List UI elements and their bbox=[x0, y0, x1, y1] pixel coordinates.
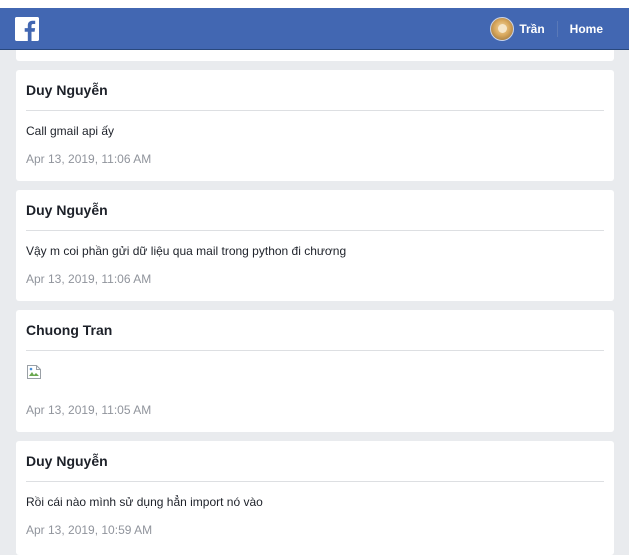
message-timestamp: Apr 13, 2019, 11:06 AM bbox=[26, 272, 152, 286]
message-text: Rồi cái nào mình sử dụng hẳn import nó v… bbox=[26, 495, 263, 509]
previous-message-card bbox=[16, 50, 614, 61]
message-author[interactable]: Duy Nguyễn bbox=[26, 82, 108, 98]
avatar bbox=[490, 17, 515, 41]
message-text: Vậy m coi phần gửi dữ liệu qua mail tron… bbox=[26, 244, 347, 258]
window-top-strip bbox=[0, 0, 629, 8]
message-card: Duy Nguyễn Rồi cái nào mình sử dụng hẳn … bbox=[16, 441, 614, 555]
profile-link[interactable]: Trần bbox=[490, 8, 556, 50]
message-timestamp: Apr 13, 2019, 11:05 AM bbox=[26, 403, 152, 417]
message-card: Duy Nguyễn Call gmail api ấy Apr 13, 201… bbox=[16, 70, 614, 181]
facebook-logo-icon[interactable] bbox=[15, 17, 39, 41]
broken-image-icon[interactable] bbox=[26, 364, 42, 380]
message-divider bbox=[26, 110, 604, 111]
navbar-right-group: Trần Home bbox=[490, 8, 629, 50]
message-divider bbox=[26, 481, 604, 482]
message-author[interactable]: Duy Nguyễn bbox=[26, 453, 108, 469]
message-author[interactable]: Duy Nguyễn bbox=[26, 202, 108, 218]
message-timestamp: Apr 13, 2019, 11:06 AM bbox=[26, 152, 152, 166]
profile-name: Trần bbox=[519, 22, 545, 36]
message-author[interactable]: Chuong Tran bbox=[26, 322, 112, 338]
message-card: Chuong Tran Apr 13, 2019, 11:05 AM bbox=[16, 310, 614, 432]
home-link[interactable]: Home bbox=[558, 22, 629, 36]
message-timestamp: Apr 13, 2019, 10:59 AM bbox=[26, 523, 153, 537]
message-text: Call gmail api ấy bbox=[26, 124, 115, 138]
message-divider bbox=[26, 230, 604, 231]
top-navbar: Trần Home bbox=[0, 8, 629, 50]
message-card: Duy Nguyễn Vậy m coi phần gửi dữ liệu qu… bbox=[16, 190, 614, 301]
message-divider bbox=[26, 350, 604, 351]
